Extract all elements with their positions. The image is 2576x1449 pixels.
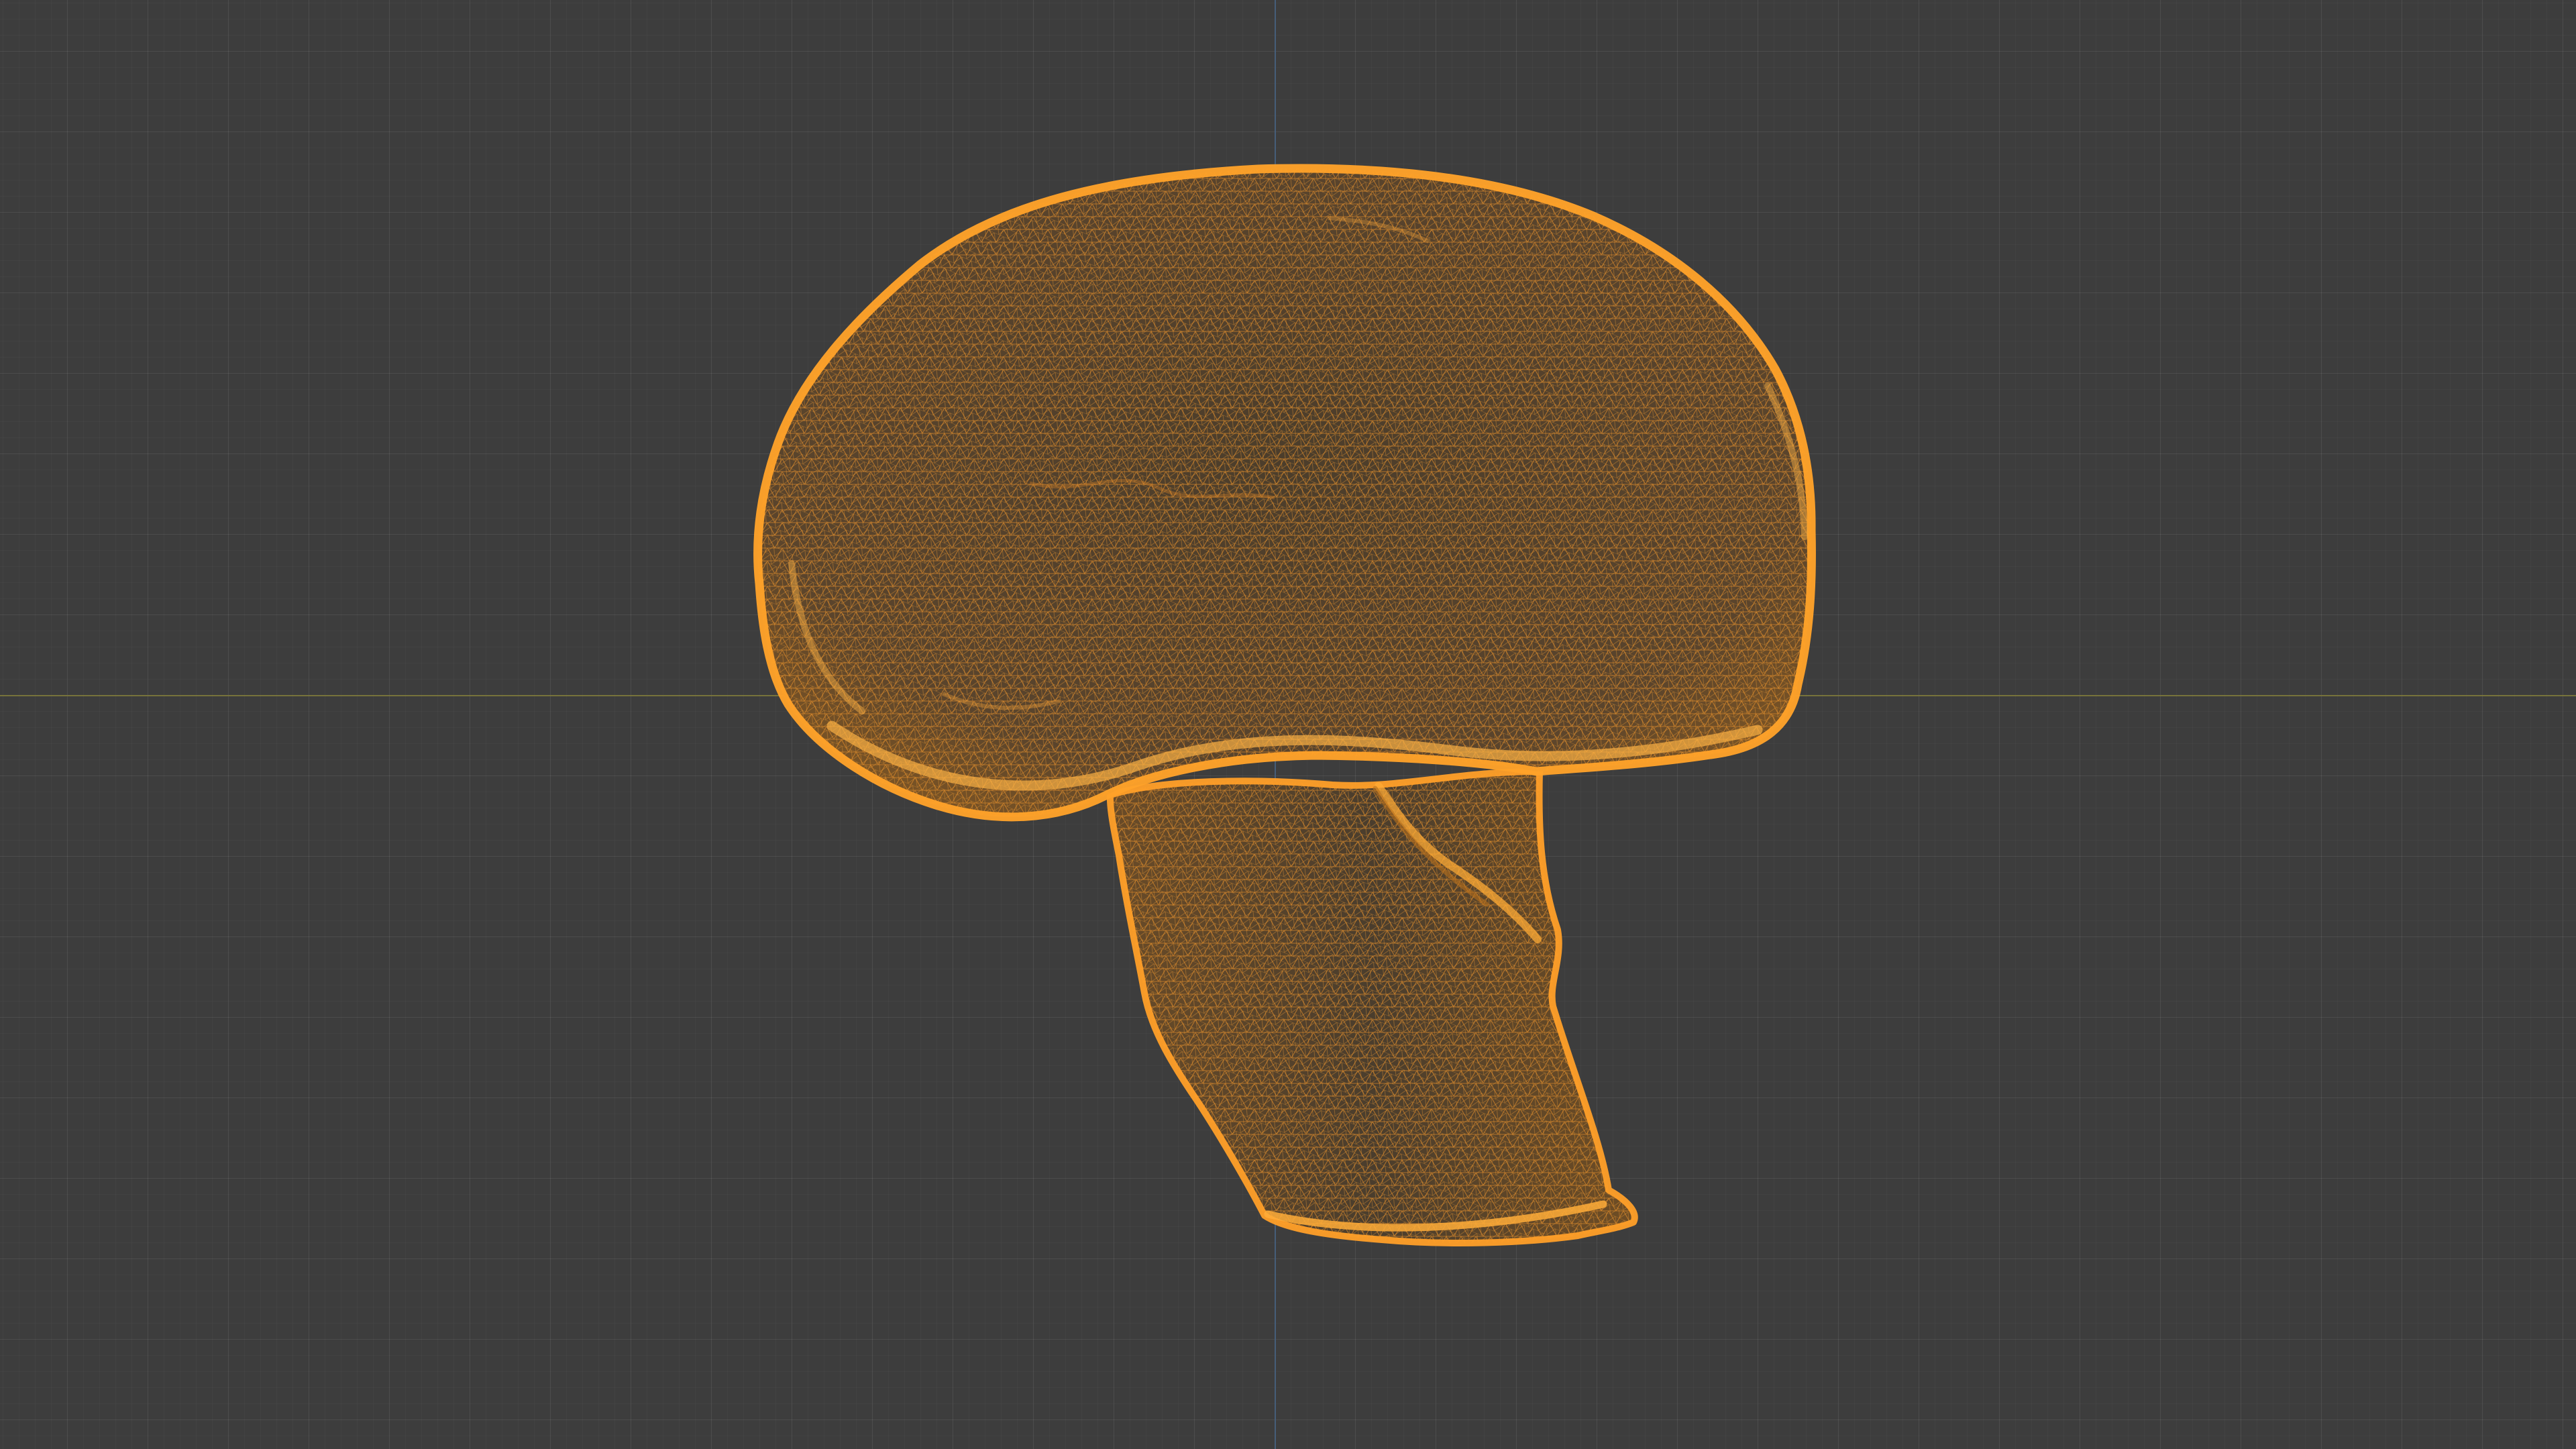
mushroom-stem	[1106, 768, 1638, 1246]
mushroom-mesh[interactable]	[0, 0, 2576, 1449]
mushroom-cap	[753, 164, 1816, 822]
3d-viewport[interactable]	[0, 0, 2576, 1449]
